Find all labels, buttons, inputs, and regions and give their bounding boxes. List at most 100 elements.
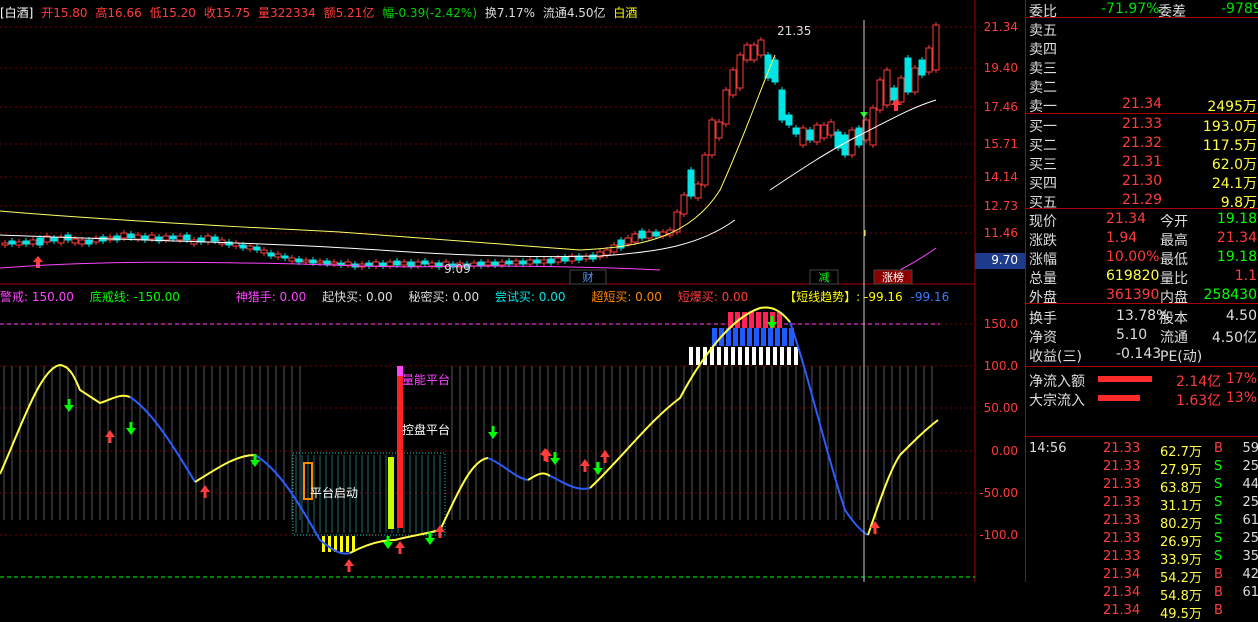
tick-s: S bbox=[1214, 513, 1223, 528]
legend-try-buy: 尝试买: 0.00 bbox=[494, 290, 566, 304]
flow-bar bbox=[1098, 395, 1140, 401]
candle-body bbox=[134, 234, 142, 240]
legend-secret-buy: 秘密买: 0.00 bbox=[408, 290, 480, 304]
platform-start-label: 平台启动 bbox=[310, 485, 358, 500]
candle-body bbox=[519, 260, 527, 265]
candle-body bbox=[701, 154, 709, 186]
candle-body bbox=[204, 235, 212, 243]
buy-level-volume: 117.5万 bbox=[1202, 138, 1257, 154]
flow-bar bbox=[1098, 376, 1152, 382]
green-marker bbox=[388, 457, 394, 529]
ma-short-line bbox=[0, 54, 776, 251]
up-arrow-icon bbox=[105, 430, 115, 443]
event-flag-label: 涨榜 bbox=[882, 270, 904, 284]
tick-p: 21.33 bbox=[1103, 513, 1141, 528]
tick-p: 21.33 bbox=[1103, 477, 1141, 492]
sell-level-row: 卖四 bbox=[1026, 38, 1258, 58]
candle-body bbox=[78, 239, 86, 245]
candle-body bbox=[638, 230, 646, 239]
quote-panel: 委比 -71.97% 委差 -9789 卖五 卖四 卖三 卖二 卖一 21.34 2495万… bbox=[1025, 0, 1258, 622]
tick-p: 21.33 bbox=[1103, 531, 1141, 546]
buy-level-label: 买三 bbox=[1029, 157, 1057, 173]
candle-body bbox=[820, 124, 828, 139]
stat-label-2: 最高 bbox=[1160, 233, 1188, 249]
candle-body bbox=[925, 47, 933, 73]
candle-body bbox=[183, 234, 191, 241]
candle-body bbox=[932, 24, 940, 71]
candle-body bbox=[540, 259, 548, 264]
high-value: 高16.66 bbox=[95, 6, 142, 20]
sell-level-row: 卖一 21.34 2495万 bbox=[1026, 95, 1258, 115]
candle-body bbox=[288, 257, 296, 262]
candle-body bbox=[911, 67, 919, 93]
stat-value: -0.143 bbox=[1116, 346, 1162, 362]
main-axis-tick: 21.34 bbox=[984, 20, 1018, 34]
candle-body bbox=[379, 262, 387, 267]
main-axis-tick: 9.70 bbox=[991, 253, 1018, 267]
candle-body bbox=[757, 39, 765, 56]
candle-body bbox=[372, 261, 380, 267]
legend-short-burst-buy: 短爆买: 0.00 bbox=[677, 290, 749, 304]
candle-body bbox=[414, 261, 422, 267]
tick-n: 35 bbox=[1242, 549, 1258, 564]
tick-n: 25 bbox=[1242, 531, 1258, 546]
stat-label-2: 今开 bbox=[1160, 214, 1188, 230]
tick-n: 42 bbox=[1242, 567, 1258, 582]
candle-body bbox=[869, 107, 877, 146]
candle-body bbox=[631, 233, 639, 243]
up-arrow-icon bbox=[395, 541, 405, 554]
candle-body bbox=[239, 244, 247, 249]
candle-body bbox=[554, 257, 562, 263]
tick-n: 44 bbox=[1242, 477, 1258, 492]
stat-value-2: 19.18 bbox=[1216, 249, 1257, 265]
red-volume-bar bbox=[397, 376, 403, 528]
buy-level-price: 21.31 bbox=[1122, 154, 1163, 170]
down-arrow-icon bbox=[64, 399, 74, 412]
stat-value: 1.94 bbox=[1106, 230, 1138, 246]
candle-body bbox=[624, 237, 632, 245]
candle-body bbox=[736, 54, 744, 89]
candle-body bbox=[120, 232, 128, 239]
down-arrow-icon bbox=[488, 426, 498, 439]
stat-row: 外盘 361390 内盘 258430 bbox=[1026, 286, 1258, 306]
buy-level-price: 21.33 bbox=[1122, 116, 1163, 132]
candle-body bbox=[778, 89, 786, 121]
candle-body bbox=[386, 261, 394, 267]
tick-n: 25 bbox=[1242, 459, 1258, 474]
candle-body bbox=[505, 260, 513, 265]
buy-level-price: 21.30 bbox=[1122, 173, 1163, 189]
candle-body bbox=[253, 246, 261, 251]
up-arrow-icon bbox=[600, 450, 610, 463]
flow-row: 大宗流入 1.63亿 13% bbox=[1026, 389, 1258, 409]
tick-n: 61 bbox=[1242, 513, 1258, 528]
tick-s: B bbox=[1214, 585, 1223, 600]
candle-body bbox=[876, 79, 884, 111]
buy-level-label: 买一 bbox=[1029, 119, 1057, 135]
stat-value: 361390 bbox=[1106, 287, 1160, 303]
candle-body bbox=[890, 87, 898, 101]
candle-body bbox=[883, 69, 891, 106]
tick-s: S bbox=[1214, 459, 1223, 474]
candle-body bbox=[176, 235, 184, 241]
high-annotation: 21.35 bbox=[777, 24, 811, 38]
stat-row: 现价 21.34 今开 19.18 bbox=[1026, 210, 1258, 230]
buy-arrow-icon bbox=[33, 256, 43, 268]
tick-row: 14:56 21.33 62.7万 B 59 bbox=[1026, 440, 1258, 460]
candle-body bbox=[708, 119, 716, 156]
candle-body bbox=[309, 259, 317, 264]
flow-percent: 17% bbox=[1225, 371, 1257, 387]
tick-s: S bbox=[1214, 477, 1223, 492]
candle-body bbox=[316, 260, 324, 264]
stat-label-2: 最低 bbox=[1160, 252, 1188, 268]
sub-axis-tick: 50.00 bbox=[984, 401, 1018, 415]
candle-body bbox=[841, 134, 849, 156]
down-arrow-icon bbox=[550, 452, 560, 465]
stat-row: 涨幅 10.00% 最低 19.18 bbox=[1026, 248, 1258, 268]
sub-axis-tick: 100.0 bbox=[984, 359, 1018, 373]
candle-body bbox=[645, 231, 653, 239]
tick-row: 21.33 63.8万 S 44 bbox=[1026, 476, 1258, 496]
order-diff-label: 委差 bbox=[1158, 4, 1186, 20]
candle-body bbox=[715, 121, 723, 139]
main-axis-tick: 12.73 bbox=[984, 199, 1018, 213]
tick-t: 14:56 bbox=[1029, 441, 1067, 456]
